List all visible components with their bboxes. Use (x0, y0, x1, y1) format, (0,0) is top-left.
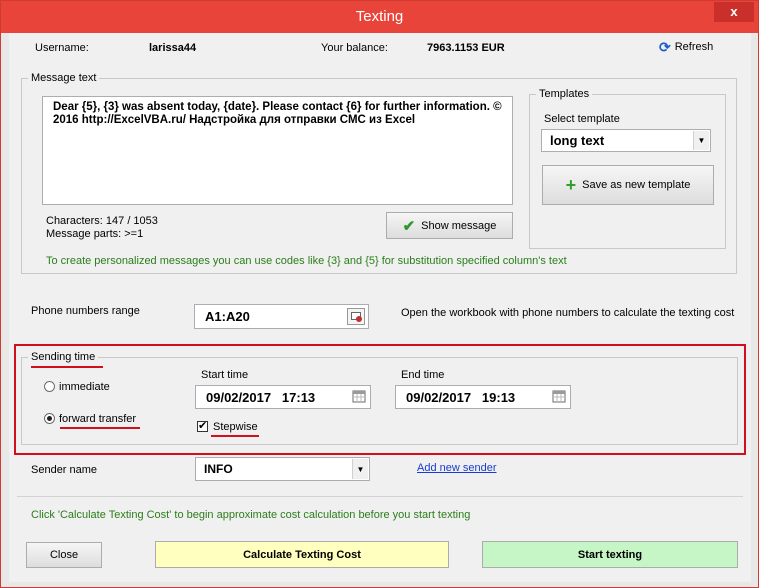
refresh-label: Refresh (674, 41, 714, 53)
start-time-input[interactable]: 09/02/2017 17:13 (195, 385, 371, 409)
separator (17, 496, 743, 497)
plus-icon: + (565, 174, 577, 195)
checkmark-icon: ✔ (402, 217, 416, 235)
window-title: Texting (355, 8, 404, 25)
end-time-input[interactable]: 09/02/2017 19:13 (395, 385, 571, 409)
texting-window: Texting x Username: larissa44 Your balan… (0, 0, 759, 588)
start-texting-button[interactable]: Start texting (482, 541, 738, 568)
title-bar: Texting x (1, 1, 758, 33)
phone-range-label: Phone numbers range (31, 305, 140, 317)
add-new-sender-link[interactable]: Add new sender (417, 462, 497, 474)
show-message-label: Show message (421, 219, 497, 232)
username-label: Username: (35, 42, 89, 54)
calendar-icon[interactable] (552, 389, 566, 403)
template-select[interactable]: long text ▼ (541, 129, 711, 152)
window-close-button[interactable]: x (714, 2, 754, 22)
stepwise-label: Stepwise (213, 421, 258, 433)
calculate-cost-button[interactable]: Calculate Texting Cost (155, 541, 449, 568)
balance-label: Your balance: (321, 42, 388, 54)
forward-transfer-radio[interactable] (44, 413, 55, 424)
immediate-label: immediate (59, 381, 110, 393)
message-text-legend: Message text (31, 72, 97, 84)
phone-range-hint: Open the workbook with phone numbers to … (401, 307, 735, 319)
sending-time-group: Sending time (21, 351, 738, 445)
save-template-label: Save as new template (582, 179, 691, 191)
sending-time-underline (31, 366, 103, 368)
sender-name-label: Sender name (31, 464, 98, 476)
immediate-radio[interactable] (44, 381, 55, 392)
range-picker-icon[interactable] (347, 308, 365, 325)
select-template-label: Select template (544, 113, 620, 125)
message-textarea[interactable]: Dear {5}, {3} was absent today, {date}. … (42, 96, 513, 205)
stepwise-underline (211, 435, 259, 437)
start-texting-label: Start texting (577, 548, 643, 561)
close-button-label: Close (49, 549, 79, 561)
username-value: larissa44 (149, 42, 197, 54)
templates-legend: Templates (539, 88, 590, 100)
end-time-value: 09/02/2017 19:13 (406, 389, 516, 405)
close-button[interactable]: Close (26, 542, 102, 568)
sender-name-select[interactable]: INFO ▼ (195, 457, 370, 481)
calculate-cost-label: Calculate Texting Cost (243, 548, 361, 561)
refresh-icon: ⟳ (659, 39, 671, 55)
sending-time-legend: Sending time (31, 351, 96, 363)
show-message-button[interactable]: ✔ Show message (386, 212, 513, 239)
chevron-down-icon[interactable]: ▼ (352, 459, 368, 479)
calculate-hint: Click 'Calculate Texting Cost' to begin … (31, 509, 471, 521)
forward-transfer-underline (60, 427, 140, 429)
balance-value: 7963.1153 EUR (427, 42, 505, 54)
stepwise-checkbox[interactable]: ✔ (197, 421, 208, 432)
start-time-label: Start time (201, 369, 249, 381)
dialog-body: Username: larissa44 Your balance: 7963.1… (9, 33, 751, 582)
phone-range-value: A1:A20 (205, 309, 250, 324)
chevron-down-icon[interactable]: ▼ (693, 131, 709, 150)
phone-range-input[interactable]: A1:A20 (194, 304, 369, 329)
calendar-icon[interactable] (352, 389, 366, 403)
personalize-hint: To create personalized messages you can … (46, 255, 567, 267)
characters-count: Characters: 147 / 1053 (46, 215, 158, 227)
forward-transfer-label: forward transfer (59, 413, 137, 425)
end-time-label: End time (401, 369, 445, 381)
refresh-button[interactable]: ⟳ Refresh (659, 39, 714, 55)
sender-name-value: INFO (204, 462, 233, 476)
message-parts: Message parts: >=1 (46, 228, 144, 240)
template-select-value: long text (550, 133, 605, 148)
start-time-value: 09/02/2017 17:13 (206, 389, 316, 405)
save-template-button[interactable]: + Save as new template (542, 165, 714, 205)
